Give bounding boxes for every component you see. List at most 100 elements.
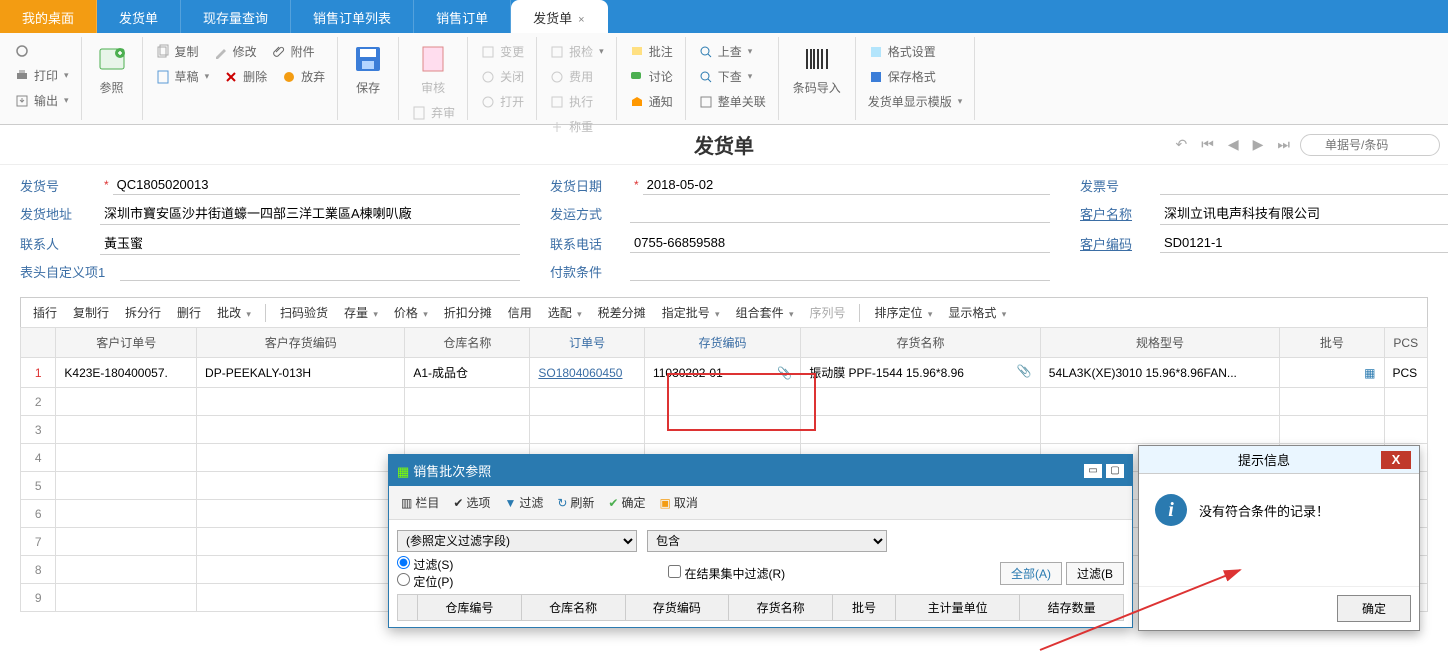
audit-button[interactable]: 审核 bbox=[405, 39, 461, 100]
stock-button[interactable]: 存量 ▾ bbox=[338, 300, 384, 325]
gear-icon[interactable] bbox=[8, 39, 75, 63]
delete-button[interactable]: 删除 bbox=[217, 64, 273, 89]
next-icon[interactable]: ▶ bbox=[1249, 134, 1268, 155]
price-button[interactable]: 价格 ▾ bbox=[388, 300, 434, 325]
field-contact[interactable]: 黃玉蜜 bbox=[100, 231, 520, 255]
downcheck-button[interactable]: 下查▾ bbox=[692, 64, 772, 89]
field-custcode[interactable]: SD0121-1 bbox=[1160, 233, 1448, 253]
first-icon[interactable]: ⏮ bbox=[1197, 134, 1218, 155]
reference-button[interactable]: 参照 bbox=[88, 39, 136, 100]
field-payterm[interactable] bbox=[630, 261, 1050, 281]
dialog-all-button[interactable]: 全部(A) bbox=[1000, 562, 1062, 585]
format-button[interactable]: 格式设置 bbox=[862, 39, 969, 64]
field-custname[interactable]: 深圳立讯电声科技有限公司 bbox=[1160, 201, 1448, 225]
col-wh[interactable]: 仓库名称 bbox=[405, 328, 530, 358]
tab-so[interactable]: 销售订单 bbox=[414, 0, 511, 33]
match-button[interactable]: 选配 ▾ bbox=[542, 300, 588, 325]
undo-icon[interactable]: ↶ bbox=[1171, 134, 1191, 155]
combo-button[interactable]: 组合套件 ▾ bbox=[730, 300, 800, 325]
msgbox-close-button[interactable]: X bbox=[1381, 451, 1411, 469]
exec-button[interactable]: 执行 bbox=[543, 89, 599, 114]
tab-delivery-active[interactable]: 发货单× bbox=[511, 0, 607, 33]
discard-button[interactable]: 放弃 bbox=[275, 64, 331, 89]
table-row[interactable]: 2 bbox=[21, 388, 1428, 416]
close-icon[interactable]: × bbox=[578, 14, 584, 26]
discuss-button[interactable]: 讨论 bbox=[623, 64, 679, 89]
tax-button[interactable]: 税差分摊 bbox=[592, 300, 652, 325]
upcheck-button[interactable]: 上查▾ bbox=[692, 39, 772, 64]
tab-so-list[interactable]: 销售订单列表 bbox=[291, 0, 414, 33]
dialog-cancel-button[interactable]: ▣ 取消 bbox=[656, 492, 702, 513]
export-button[interactable]: 输出▾ bbox=[8, 88, 75, 113]
batchno-button[interactable]: 指定批号 ▾ bbox=[656, 300, 726, 325]
open-button[interactable]: 打开 bbox=[474, 89, 530, 114]
dialog-max-button[interactable]: ▢ bbox=[1106, 464, 1124, 478]
dialog-field-select[interactable]: (参照定义过滤字段) bbox=[397, 530, 637, 552]
modify-button[interactable]: 修改 bbox=[207, 39, 263, 64]
dialog-min-button[interactable]: ▭ bbox=[1084, 464, 1102, 478]
dialog-refresh-button[interactable]: ↻ 刷新 bbox=[553, 492, 598, 513]
label-custcode[interactable]: 客户编码 bbox=[1080, 234, 1160, 253]
field-tel[interactable]: 0755-66859588 bbox=[630, 233, 1050, 253]
tab-desktop[interactable]: 我的桌面 bbox=[0, 0, 97, 33]
savefmt-button[interactable]: 保存格式 bbox=[862, 64, 969, 89]
bill-rel-button[interactable]: 整单关联 bbox=[692, 89, 772, 114]
col-spec[interactable]: 规格型号 bbox=[1040, 328, 1280, 358]
save-button[interactable]: 保存 bbox=[344, 39, 392, 100]
serial-button[interactable]: 序列号 bbox=[803, 300, 851, 325]
print-button[interactable]: 打印▾ bbox=[8, 63, 75, 88]
dispfmt-button[interactable]: 显示格式 ▾ bbox=[942, 300, 1012, 325]
tab-stock-query[interactable]: 现存量查询 bbox=[181, 0, 291, 33]
radio-filter[interactable]: 过滤(S) bbox=[397, 558, 453, 572]
radio-locate[interactable]: 定位(P) bbox=[397, 575, 453, 589]
insert-row-button[interactable]: 插行 bbox=[27, 300, 63, 325]
copy-row-button[interactable]: 复制行 bbox=[67, 300, 115, 325]
last-icon[interactable]: ⏭ bbox=[1273, 134, 1294, 155]
dialog-op-select[interactable]: 包含 bbox=[647, 530, 887, 552]
search-input[interactable] bbox=[1300, 134, 1440, 156]
barcode-button[interactable]: 条码导入 bbox=[785, 39, 849, 100]
inspect-button[interactable]: 报检▾ bbox=[543, 39, 610, 64]
dialog-result-grid[interactable]: 仓库编号 仓库名称 存货编码 存货名称 批号 主计量单位 结存数量 bbox=[397, 594, 1124, 621]
col-custitem[interactable]: 客户存货编码 bbox=[197, 328, 405, 358]
credit-button[interactable]: 信用 bbox=[502, 300, 538, 325]
field-date[interactable]: 2018-05-02 bbox=[643, 175, 1050, 195]
field-custom1[interactable] bbox=[120, 261, 520, 281]
copy-button[interactable]: 复制 bbox=[149, 39, 205, 64]
dialog-cols-button[interactable]: ▥ 栏目 bbox=[397, 492, 443, 513]
split-row-button[interactable]: 拆分行 bbox=[119, 300, 167, 325]
col-batch[interactable]: 批号 bbox=[1280, 328, 1384, 358]
abandon-audit-button[interactable]: 弃审 bbox=[405, 100, 461, 125]
col-custorder[interactable]: 客户订单号 bbox=[56, 328, 197, 358]
col-itemname[interactable]: 存货名称 bbox=[801, 328, 1041, 358]
note-button[interactable]: 批注 bbox=[623, 39, 679, 64]
field-addr[interactable]: 深圳市寶安區沙井街道蠔一四部三洋工業區A棟喇叭廠 bbox=[100, 201, 520, 225]
field-shipmode[interactable] bbox=[630, 203, 1050, 223]
change-button[interactable]: 变更 bbox=[474, 39, 530, 64]
close-button[interactable]: 关闭 bbox=[474, 64, 530, 89]
field-inv[interactable] bbox=[1160, 175, 1448, 195]
dialog-filter-button[interactable]: ▼ 过滤 bbox=[500, 492, 547, 513]
field-no[interactable]: QC1805020013 bbox=[113, 175, 520, 195]
table-row[interactable]: 3 bbox=[21, 416, 1428, 444]
scan-check-button[interactable]: 扫码验货 bbox=[274, 300, 334, 325]
table-row[interactable]: 1K423E-180400057.DP-PEEKALY-013HA1-成品仓SO… bbox=[21, 358, 1428, 388]
sort-button[interactable]: 排序定位 ▾ bbox=[868, 300, 938, 325]
chk-result-filter[interactable]: 在结果集中过滤(R) bbox=[668, 565, 785, 582]
dialog-ok-button[interactable]: ✔ 确定 bbox=[604, 492, 649, 513]
label-custname[interactable]: 客户名称 bbox=[1080, 204, 1160, 223]
fee-button[interactable]: 费用 bbox=[543, 64, 610, 89]
col-itemcode[interactable]: 存货编码 bbox=[644, 328, 800, 358]
discount-button[interactable]: 折扣分摊 bbox=[438, 300, 498, 325]
tab-delivery1[interactable]: 发货单 bbox=[97, 0, 181, 33]
del-row-button[interactable]: 删行 bbox=[171, 300, 207, 325]
draft-button[interactable]: 草稿▾ bbox=[149, 64, 216, 89]
attach-button[interactable]: 附件 bbox=[265, 39, 321, 64]
notify-button[interactable]: 通知 bbox=[623, 89, 679, 114]
dialog-opts-button[interactable]: ✔ 选项 bbox=[449, 492, 494, 513]
batch-mod-button[interactable]: 批改 ▾ bbox=[211, 300, 257, 325]
col-pcs[interactable]: PCS bbox=[1384, 328, 1428, 358]
col-orderno[interactable]: 订单号 bbox=[530, 328, 645, 358]
msgbox-ok-button[interactable]: 确定 bbox=[1337, 595, 1411, 622]
template-select[interactable]: 发货单显示模版▾ bbox=[862, 89, 969, 114]
